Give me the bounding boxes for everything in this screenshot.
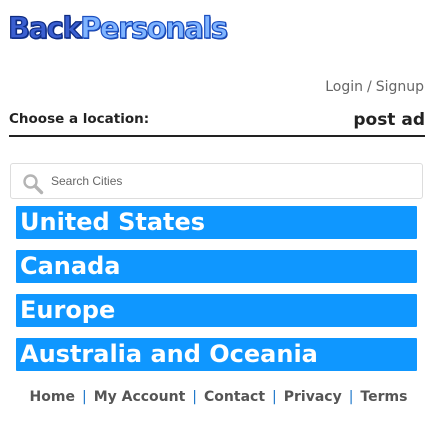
footer-link-privacy[interactable]: Privacy: [284, 389, 342, 405]
signup-link[interactable]: Signup: [376, 79, 424, 95]
footer-separator: |: [348, 389, 354, 405]
footer-link-my-account[interactable]: My Account: [94, 389, 186, 405]
region-united-states[interactable]: United States: [16, 206, 417, 239]
footer-link-terms[interactable]: Terms: [360, 389, 407, 405]
footer-separator: |: [192, 389, 198, 405]
logo-part-personals: Personals: [80, 11, 229, 45]
region-australia-oceania[interactable]: Australia and Oceania: [16, 338, 417, 371]
search-icon[interactable]: [22, 173, 44, 195]
footer-link-home[interactable]: Home: [30, 389, 75, 405]
footer-link-contact[interactable]: Contact: [204, 389, 265, 405]
footer-separator: |: [81, 389, 87, 405]
choose-location-label: Choose a location:: [9, 111, 150, 127]
region-canada[interactable]: Canada: [16, 250, 417, 283]
footer-separator: |: [272, 389, 277, 405]
location-bar: Choose a location: post ad: [9, 108, 425, 137]
city-search-box: [10, 163, 423, 199]
post-ad-link[interactable]: post ad: [353, 110, 425, 130]
login-signup-divider: /: [366, 79, 372, 95]
logo-part-back: Back: [7, 11, 82, 45]
city-search-input[interactable]: [49, 170, 413, 192]
login-link[interactable]: Login: [325, 79, 363, 95]
region-europe[interactable]: Europe: [16, 294, 417, 327]
site-logo[interactable]: BackPersonals: [7, 11, 229, 45]
footer-nav: Home | My Account | Contact | Privacy | Terms: [0, 389, 437, 405]
account-links: Login / Signup: [325, 79, 424, 95]
